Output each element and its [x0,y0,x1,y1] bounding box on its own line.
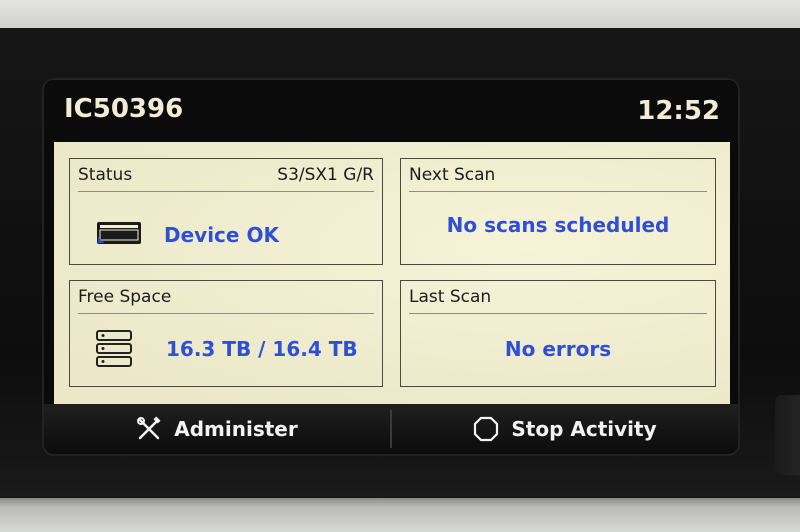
status-code: S3/SX1 G/R [277,165,374,185]
next-scan-value: No scans scheduled [446,213,670,237]
free-space-tile-title: Free Space [78,287,172,307]
stop-activity-button[interactable]: Stop Activity [392,404,738,454]
status-tile[interactable]: Status S3/SX1 G/R Device OK [69,158,383,265]
next-scan-tile[interactable]: Next Scan No scans scheduled [400,158,716,265]
last-scan-tile[interactable]: Last Scan No errors [400,280,716,387]
display-screen: IC50396 12:52 Status S3/SX1 G/R Device O… [44,80,738,454]
next-scan-tile-header: Next Scan [409,165,707,192]
footer-bar: Administer Stop Activity [44,404,738,454]
last-scan-tile-title: Last Scan [409,287,492,307]
storage-icon [96,330,132,367]
stop-activity-label: Stop Activity [511,417,657,441]
side-hardware-button[interactable] [775,395,800,475]
device-icon [97,222,141,244]
dashboard-panel: Status S3/SX1 G/R Device OK Next Scan No… [54,142,730,404]
status-tile-title: Status [78,165,133,185]
device-id: IC50396 [64,94,184,124]
status-tile-header: Status S3/SX1 G/R [78,165,374,192]
header-bar: IC50396 12:52 [44,80,738,142]
last-scan-tile-header: Last Scan [409,287,707,314]
tools-icon [137,416,161,440]
free-space-tile-header: Free Space [78,287,374,314]
last-scan-value: No errors [504,337,612,361]
next-scan-tile-title: Next Scan [409,165,496,185]
device-top-edge [0,0,800,30]
clock: 12:52 [637,96,720,126]
administer-button[interactable]: Administer [44,404,390,454]
administer-label: Administer [174,417,298,441]
free-space-tile[interactable]: Free Space 16.3 TB / 16.4 TB [69,280,383,387]
free-space-value: 16.3 TB / 16.4 TB [166,337,358,361]
status-value: Device OK [164,223,279,247]
octagon-stop-icon [474,416,499,442]
